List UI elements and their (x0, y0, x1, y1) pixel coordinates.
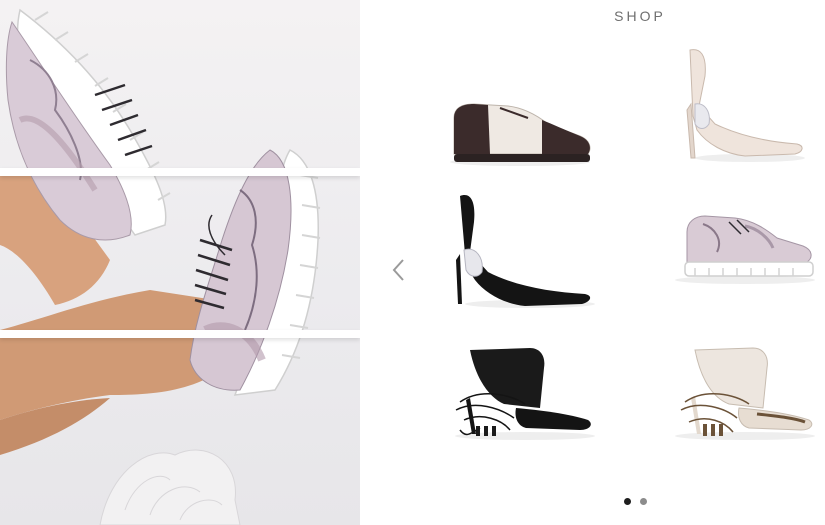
product-image (675, 215, 815, 284)
wall-molding (0, 330, 360, 338)
chevron-left-icon (392, 259, 404, 281)
product-card-nude-sculpted-pump[interactable] (645, 46, 825, 186)
product-image (686, 49, 805, 162)
hero-photo (0, 0, 360, 525)
product-card-black-sculpted-pump[interactable] (430, 188, 610, 328)
wall-molding (0, 168, 360, 176)
product-card-black-lace-up-mule[interactable] (430, 338, 610, 478)
pagination-dot-1[interactable] (624, 498, 631, 505)
product-card-two-tone-derby[interactable] (430, 58, 610, 198)
product-image (456, 195, 595, 308)
product-card-nude-lace-up-mule[interactable] (645, 338, 825, 478)
hero-shoes-illustration (0, 8, 321, 525)
shop-heading[interactable]: SHOP (540, 8, 740, 24)
carousel-prev-button[interactable] (388, 256, 410, 284)
carousel-pagination (624, 492, 656, 505)
product-card-printed-platform-derby[interactable] (645, 198, 825, 338)
product-image (455, 348, 595, 440)
product-image (675, 347, 815, 440)
pagination-dot-2[interactable] (640, 498, 647, 505)
product-grid (430, 38, 825, 483)
product-image (450, 103, 591, 166)
